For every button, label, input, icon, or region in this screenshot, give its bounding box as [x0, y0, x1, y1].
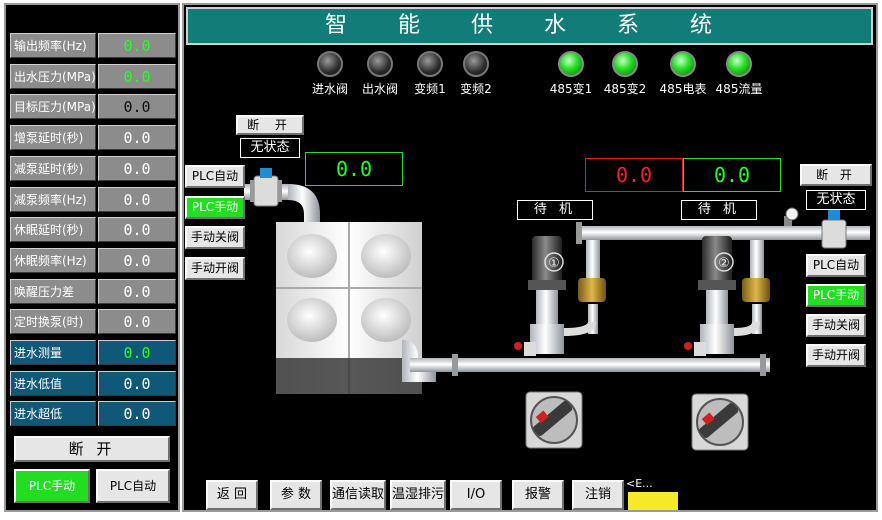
- outlet-status-label: 无状态: [806, 190, 866, 210]
- param-value[interactable]: 0.0: [98, 33, 176, 58]
- indicator-label: 出水阀: [361, 82, 398, 96]
- nav-button[interactable]: 温湿排污: [390, 480, 446, 510]
- param-row: 目标压力(MPa) 0.0: [10, 94, 176, 120]
- inlet-reading: 0.0: [305, 152, 403, 186]
- param-label: 休眠延时(秒): [10, 217, 96, 243]
- outlet-valve-icon: [821, 210, 847, 249]
- param-value[interactable]: 0.0: [98, 278, 176, 304]
- param-label: 进水低值: [10, 370, 96, 396]
- nav-button[interactable]: 注销: [572, 480, 624, 510]
- param-label: 定时换泵(时): [10, 309, 96, 335]
- indicator-label: 485流量: [715, 82, 763, 96]
- indicator-lamp-icon: [367, 51, 393, 77]
- indicator-label: 485变1: [549, 82, 593, 96]
- status-text: <E...: [626, 477, 653, 490]
- indicator-label: 进水阀: [311, 82, 348, 96]
- param-value[interactable]: 0.0: [98, 340, 176, 365]
- nav-button[interactable]: 返 回: [206, 480, 258, 510]
- pump-1-selector-switch[interactable]: [525, 391, 583, 449]
- param-label: 增泵延时(秒): [10, 125, 96, 151]
- status-bar: [628, 492, 678, 510]
- indicator-lamp-icon: [670, 51, 696, 77]
- indicator-label: 变频2: [460, 82, 492, 96]
- param-row: 增泵延时(秒) 0.0: [10, 125, 176, 151]
- param-row: 唤醒压力差 0.0: [10, 278, 176, 304]
- nav-button[interactable]: I/O: [450, 480, 502, 510]
- param-row: 休眠延时(秒) 0.0: [10, 217, 176, 243]
- param-label: 减泵频率(Hz): [10, 186, 96, 212]
- param-value[interactable]: 0.0: [98, 125, 176, 151]
- param-row: 进水测量 0.0: [10, 340, 176, 365]
- param-label: 目标压力(MPa): [10, 94, 96, 120]
- water-tank-icon: [276, 222, 422, 394]
- indicator-label: 485变2: [603, 82, 647, 96]
- indicator-lamp-icon: [726, 51, 752, 77]
- pump-1-reading: 0.0: [585, 158, 683, 192]
- inlet-disconnect-button[interactable]: 断 开: [236, 115, 304, 135]
- param-row: 定时换泵(时) 0.0: [10, 309, 176, 335]
- pump-1-number: ①: [548, 256, 560, 271]
- inlet-status-label: 无状态: [240, 138, 300, 158]
- pump-1-icon: [514, 236, 606, 356]
- inlet-control-button[interactable]: 手动开阀: [185, 256, 245, 280]
- inlet-control-button[interactable]: PLC自动: [185, 165, 245, 188]
- indicator-label: 变频1: [414, 82, 446, 96]
- param-label: 输出频率(Hz): [10, 33, 96, 58]
- param-label: 进水测量: [10, 340, 96, 365]
- indicator-label: 485电表: [659, 82, 707, 96]
- nav-button[interactable]: 报警: [512, 480, 564, 510]
- pump-2-icon: [684, 236, 770, 356]
- indicator-lamp-icon: [417, 51, 443, 77]
- param-label: 唤醒压力差: [10, 278, 96, 304]
- param-value[interactable]: 0.0: [98, 63, 176, 89]
- outlet-control-button[interactable]: 手动关阀: [806, 314, 866, 337]
- outlet-control-button[interactable]: 手动开阀: [806, 344, 866, 367]
- param-label: 减泵延时(秒): [10, 155, 96, 181]
- param-label: 出水压力(MPa): [10, 63, 96, 89]
- page-title: 智 能 供 水 系 统: [186, 7, 873, 45]
- indicator-lamp-icon: [317, 51, 343, 77]
- param-row: 进水低值 0.0: [10, 370, 176, 396]
- param-value[interactable]: 0.0: [98, 401, 176, 427]
- indicator-lamp-icon: [463, 51, 489, 77]
- outlet-control-button[interactable]: PLC手动: [806, 284, 866, 307]
- pump-2-status: 待 机: [681, 200, 757, 220]
- param-row: 进水超低 0.0: [10, 401, 176, 427]
- param-row: 减泵频率(Hz) 0.0: [10, 186, 176, 212]
- param-label: 进水超低: [10, 401, 96, 427]
- param-value[interactable]: 0.0: [98, 247, 176, 273]
- param-row: 输出频率(Hz) 0.0: [10, 33, 176, 58]
- param-value[interactable]: 0.0: [98, 155, 176, 181]
- param-row: 休眠频率(Hz) 0.0: [10, 247, 176, 273]
- inlet-control-button[interactable]: PLC手动: [185, 195, 245, 219]
- indicator-lamp-icon: [558, 51, 584, 77]
- param-value[interactable]: 0.0: [98, 217, 176, 243]
- param-row: 减泵延时(秒) 0.0: [10, 155, 176, 181]
- param-value[interactable]: 0.0: [98, 186, 176, 212]
- inlet-valve-icon: [250, 168, 282, 207]
- left-plc-auto-button[interactable]: PLC自动: [96, 469, 170, 503]
- param-value[interactable]: 0.0: [98, 370, 176, 396]
- left-plc-manual-button[interactable]: PLC手动: [14, 469, 90, 503]
- outlet-control-button[interactable]: PLC自动: [806, 254, 866, 277]
- outlet-disconnect-button[interactable]: 断 开: [800, 164, 872, 186]
- indicator-lamp-icon: [612, 51, 638, 77]
- param-value[interactable]: 0.0: [98, 94, 176, 120]
- left-disconnect-button[interactable]: 断 开: [14, 436, 170, 462]
- pump-1-status: 待 机: [517, 200, 593, 220]
- param-value[interactable]: 0.0: [98, 309, 176, 335]
- param-label: 休眠频率(Hz): [10, 247, 96, 273]
- pump-2-selector-switch[interactable]: [691, 393, 749, 451]
- nav-button[interactable]: 通信读取: [330, 480, 386, 510]
- nav-button[interactable]: 参 数: [270, 480, 322, 510]
- inlet-control-button[interactable]: 手动关阀: [185, 226, 245, 249]
- param-row: 出水压力(MPa) 0.0: [10, 63, 176, 89]
- pump-2-reading: 0.0: [683, 158, 781, 192]
- pump-2-number: ②: [718, 256, 730, 271]
